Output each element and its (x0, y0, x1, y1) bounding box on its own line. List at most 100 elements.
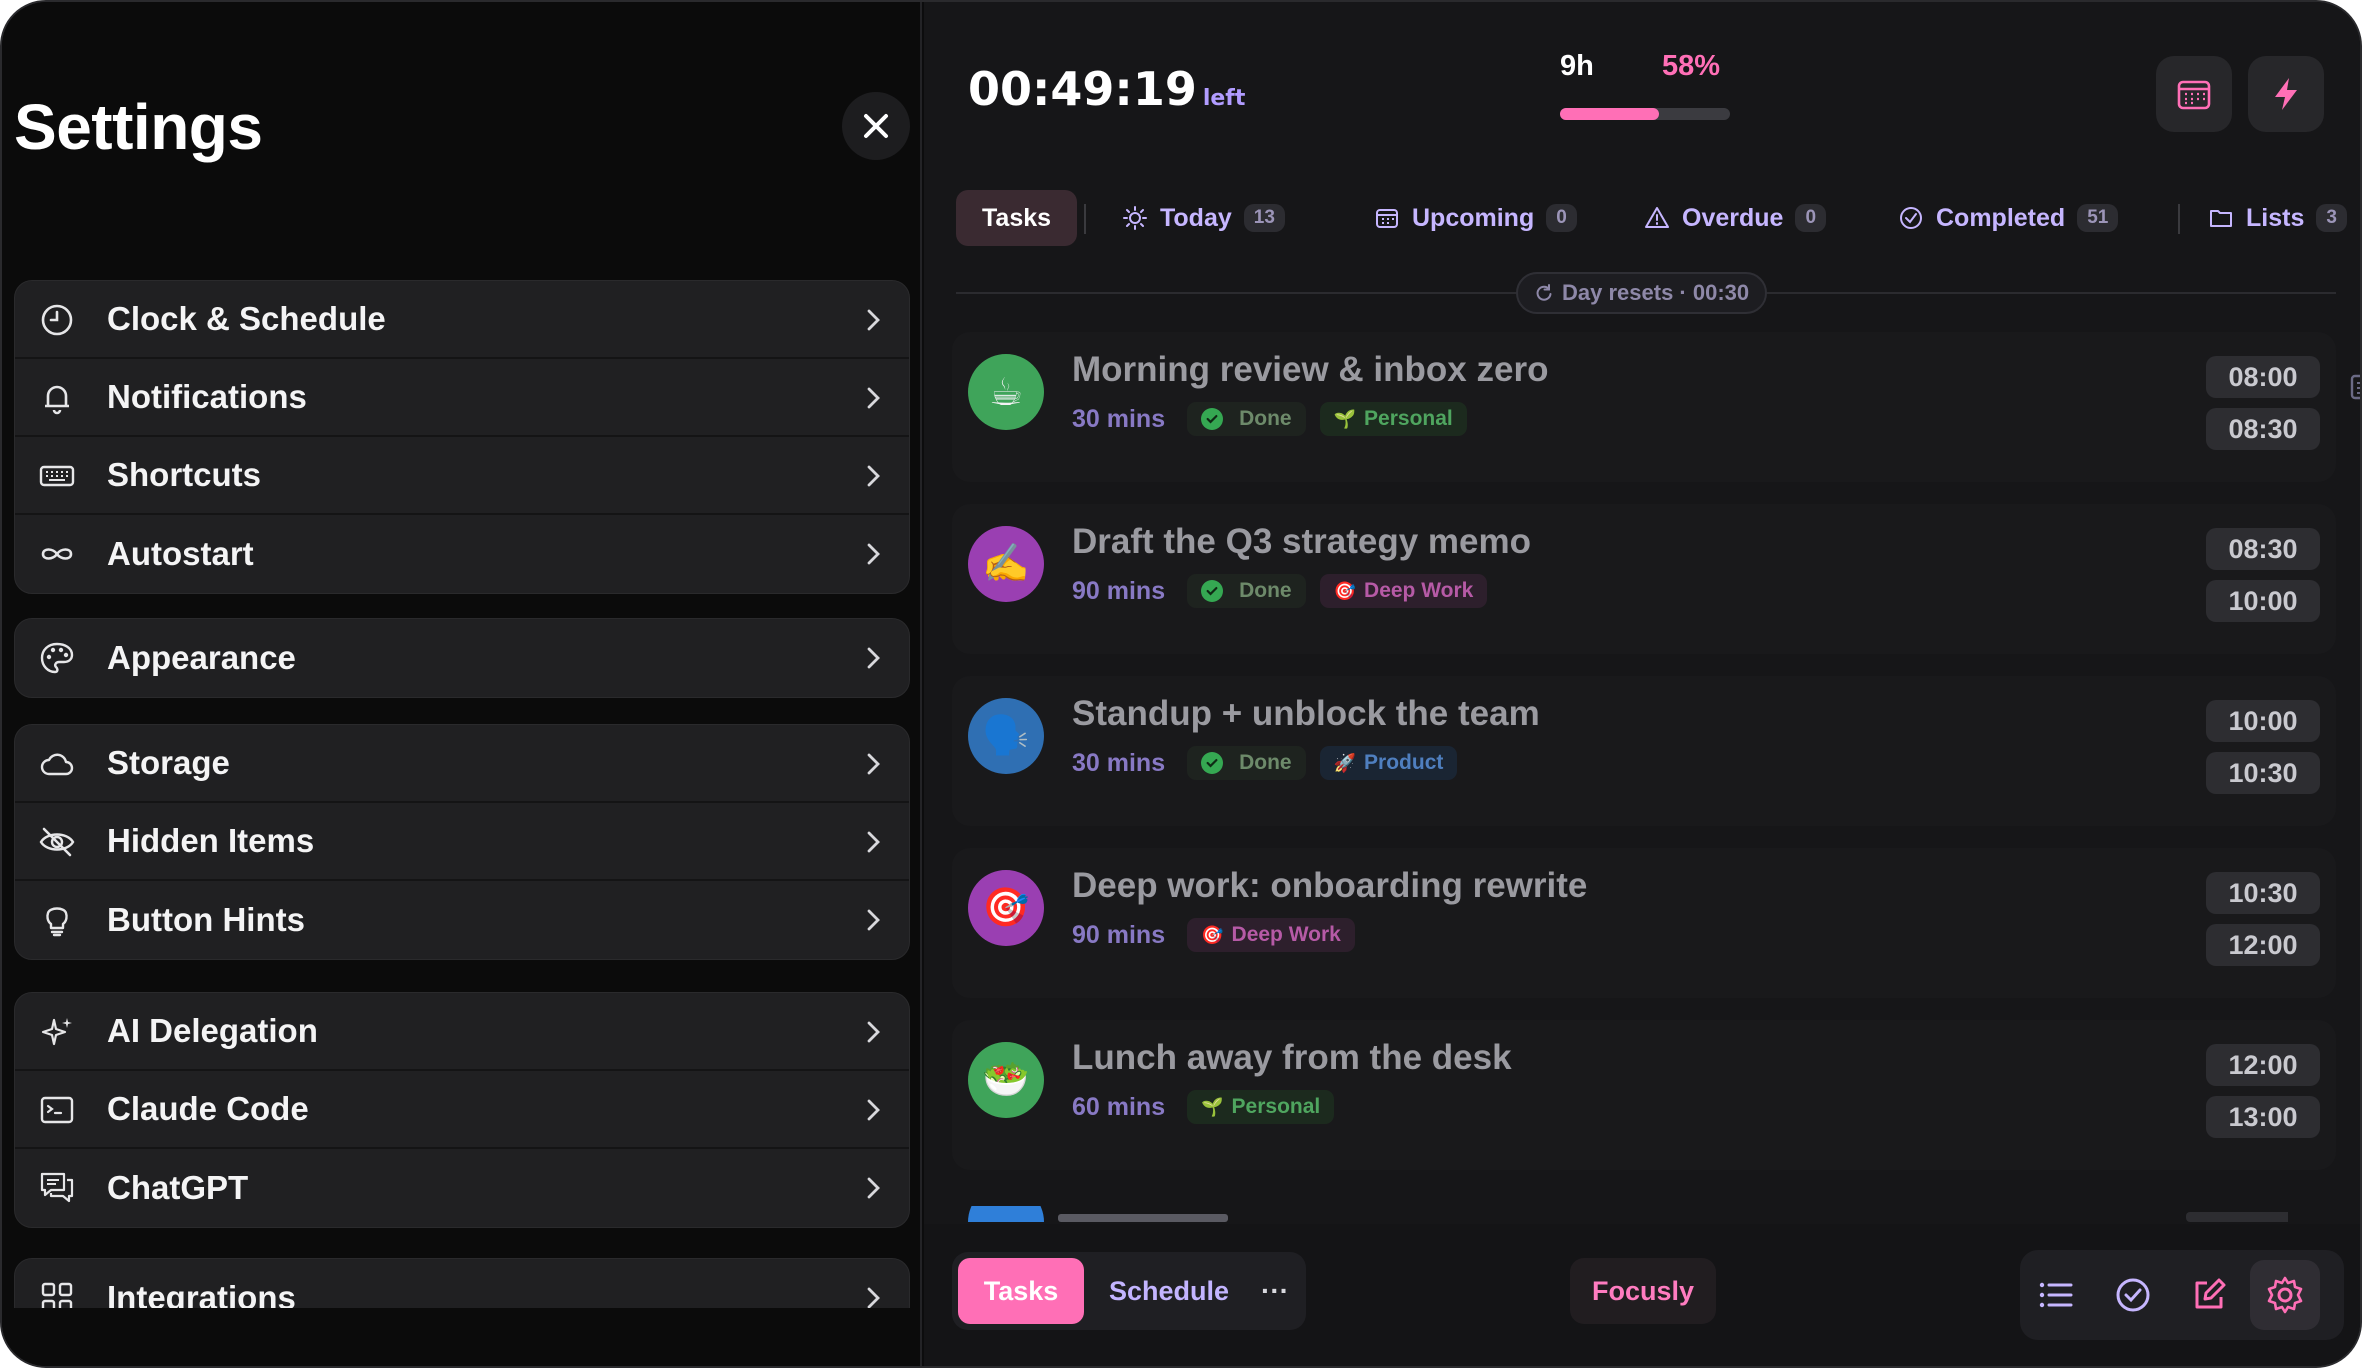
brand-button[interactable]: Focusly (1570, 1258, 1716, 1324)
check-icon (1201, 580, 1224, 602)
calendar-icon (2177, 80, 2211, 110)
task-end-time[interactable]: 12:00 (2206, 924, 2320, 966)
task-meta: 90 mins 🎯 Deep Work (1072, 916, 1369, 954)
task-avatar: 🎯 (968, 870, 1044, 946)
tab-count: 0 (1546, 204, 1577, 232)
tag-chip[interactable]: 🎯 Deep Work (1187, 918, 1355, 952)
chevron-right-icon (861, 463, 887, 489)
settings-row-shortcuts[interactable]: Shortcuts (15, 437, 909, 515)
task-row[interactable]: 🥗 Lunch away from the desk 60 mins 🌱 Pers… (952, 1020, 2336, 1170)
tab-label: Completed (1936, 203, 2066, 232)
check-icon (1201, 408, 1224, 430)
settings-group-general: Clock & Schedule Notifications Shortcuts… (14, 280, 910, 594)
tab-completed[interactable]: Completed 51 (1898, 190, 2119, 246)
tab-label: Today (1160, 203, 1232, 232)
chevron-right-icon (861, 1097, 887, 1123)
tab-label: Upcoming (1412, 203, 1535, 232)
tag-chip[interactable]: 🚀 Product (1319, 746, 1458, 780)
tab-count: 51 (2077, 204, 2119, 232)
gear-icon (2267, 1276, 2303, 1314)
task-title: Morning review & inbox zero (1072, 350, 1549, 389)
tab-upcoming[interactable]: Upcoming 0 (1374, 190, 1577, 246)
task-row[interactable]: ✍️ Draft the Q3 strategy memo 90 mins Do… (952, 504, 2336, 654)
settings-row-ai-delegation[interactable]: AI Delegation (15, 993, 909, 1071)
list-icon (2039, 1282, 2073, 1308)
settings-row-chatgpt[interactable]: ChatGPT (15, 1149, 909, 1227)
settings-row-autostart[interactable]: Autostart (15, 515, 909, 593)
day-reset-pill: Day resets · 00:30 (1516, 272, 1768, 314)
task-start-time[interactable]: 10:00 (2206, 700, 2320, 742)
chevron-right-icon (861, 751, 887, 777)
chevron-right-icon (861, 307, 887, 333)
settings-row-label: Claude Code (107, 1090, 309, 1127)
hours-label: 9h (1560, 50, 1594, 82)
settings-row-label: Button Hints (107, 901, 305, 938)
settings-row-label: ChatGPT (107, 1169, 249, 1206)
countdown-value: 00:49:19 (968, 62, 1197, 116)
countdown-suffix: left (1202, 86, 1246, 111)
view-tasks-button[interactable]: Tasks (958, 1258, 1084, 1324)
close-settings-button[interactable] (842, 92, 910, 160)
settings-row-label: Autostart (107, 535, 254, 572)
calendar-button[interactable] (2156, 56, 2232, 132)
view-schedule-button[interactable]: Schedule (1094, 1258, 1244, 1324)
note-add-icon (2350, 374, 2360, 400)
add-note-button[interactable] (2346, 368, 2360, 408)
calendar-small-icon (1376, 209, 1398, 228)
tab-label: Lists (2246, 203, 2305, 232)
settings-row-claude-code[interactable]: Claude Code (15, 1071, 909, 1149)
tag-label: Deep Work (1231, 923, 1341, 946)
refresh-icon (1536, 284, 1552, 301)
task-avatar: ✍️ (968, 526, 1044, 602)
task-meta: 90 mins Done 🎯 Deep Work (1072, 572, 1501, 610)
settings-row-storage[interactable]: Storage (15, 725, 909, 803)
task-row[interactable]: 🗣️ Standup + unblock the team 30 mins Do… (952, 676, 2336, 826)
bottom-bar: Tasks Schedule ··· Focusly (924, 1224, 2360, 1366)
tab-separator (1084, 204, 1086, 234)
settings-row-hidden-items[interactable]: Hidden Items (15, 803, 909, 881)
tab-overdue[interactable]: Overdue 0 (1644, 190, 1827, 246)
settings-group-ai: AI Delegation Claude Code ChatGPT (14, 992, 910, 1228)
task-start-time[interactable]: 08:00 (2206, 356, 2320, 398)
task-end-time[interactable]: 08:30 (2206, 408, 2320, 450)
status-done-chip: Done (1187, 402, 1306, 436)
compose-button[interactable] (2174, 1260, 2244, 1330)
settings-row-notifications[interactable]: Notifications (15, 359, 909, 437)
task-end-time[interactable]: 10:00 (2206, 580, 2320, 622)
completed-view-button[interactable] (2098, 1260, 2168, 1330)
view-more-button[interactable]: ··· (1252, 1258, 1298, 1324)
task-duration: 90 mins (1072, 920, 1166, 949)
task-start-time[interactable]: 08:30 (2206, 528, 2320, 570)
task-meta: 60 mins 🌱 Personal (1072, 1088, 1348, 1126)
tag-chip[interactable]: 🎯 Deep Work (1319, 574, 1488, 608)
task-meta: 30 mins Done 🚀 Product (1072, 744, 1471, 782)
task-meta: 30 mins Done 🌱 Personal (1072, 400, 1481, 438)
quick-action-button[interactable] (2248, 56, 2324, 132)
task-start-time[interactable]: 12:00 (2206, 1044, 2320, 1086)
tag-chip[interactable]: 🌱 Personal (1187, 1090, 1335, 1124)
task-row[interactable]: ☕ Morning review & inbox zero 30 mins Do… (952, 332, 2360, 482)
list-view-button[interactable] (2022, 1260, 2092, 1330)
chevron-right-icon (861, 1175, 887, 1201)
tag-chip[interactable]: 🌱 Personal (1319, 402, 1467, 436)
tab-today[interactable]: Today 13 (1122, 190, 1285, 246)
countdown-timer: 00:49:19 left (968, 62, 1245, 116)
task-end-time[interactable]: 10:30 (2206, 752, 2320, 794)
check-icon (1201, 752, 1224, 774)
tag-label: Personal (1364, 407, 1453, 430)
settings-button[interactable] (2250, 1260, 2320, 1330)
tab-lists[interactable]: Lists 3 (2208, 190, 2347, 246)
task-row[interactable]: 🎯 Deep work: onboarding rewrite 90 mins … (952, 848, 2336, 998)
chevron-right-icon (861, 541, 887, 567)
tag-label: Product (1364, 751, 1444, 774)
settings-row-appearance[interactable]: Appearance (15, 619, 909, 697)
task-start-time[interactable]: 10:30 (2206, 872, 2320, 914)
infinity-icon (39, 536, 75, 572)
task-avatar: ☕ (968, 354, 1044, 430)
settings-row-clock-schedule[interactable]: Clock & Schedule (15, 281, 909, 359)
task-end-time[interactable]: 13:00 (2206, 1096, 2320, 1138)
settings-row-button-hints[interactable]: Button Hints (15, 881, 909, 959)
view-switcher: Tasks Schedule ··· (952, 1252, 1306, 1330)
tab-tasks[interactable]: Tasks (956, 190, 1078, 246)
chevron-right-icon (861, 907, 887, 933)
